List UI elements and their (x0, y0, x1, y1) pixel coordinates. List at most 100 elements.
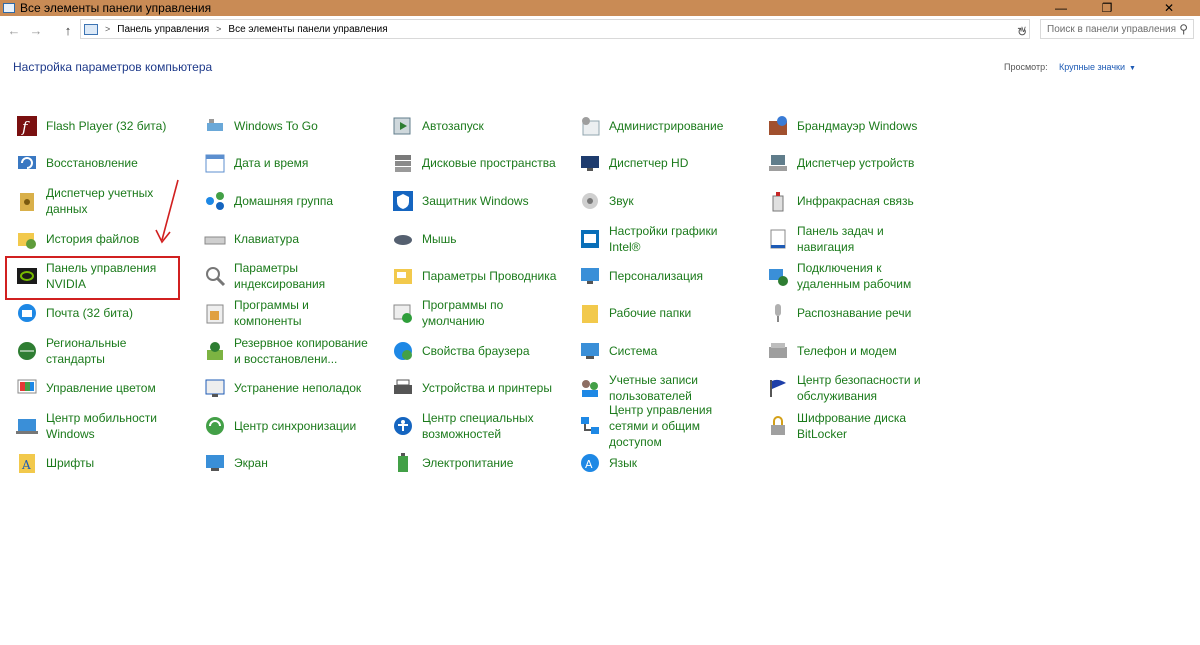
remote-desktop-icon (767, 265, 789, 287)
control-panel-item-label: Управление цветом (46, 381, 156, 395)
speaker-icon (579, 190, 601, 212)
mail-icon (16, 302, 38, 324)
maximize-button[interactable]: ❐ (1084, 0, 1130, 16)
control-panel-item-label: Почта (32 бита) (46, 306, 133, 320)
control-panel-item[interactable]: Устранение неполадок (188, 371, 376, 405)
control-panel-item[interactable]: Клавиатура (188, 222, 376, 256)
chevron-down-icon: ▼ (1129, 65, 1136, 72)
control-panel-item[interactable]: A Язык (563, 446, 751, 480)
control-panel-item[interactable]: Система (563, 334, 751, 368)
control-panel-item[interactable]: Экран (188, 446, 376, 480)
control-panel-item-label: Дата и время (234, 156, 309, 170)
control-panel-item-label: Рабочие папки (609, 306, 692, 320)
color-management-icon (16, 377, 38, 399)
control-panel-item[interactable]: Мышь (376, 222, 564, 256)
control-panel-item-label: Диспетчер HD (609, 156, 689, 170)
control-panel-item-label: Центр управления сетями и общим доступом (609, 403, 713, 449)
control-panel-item-label: Программы по умолчанию (422, 298, 504, 328)
control-panel-item-label: Восстановление (46, 156, 138, 170)
control-panel-item[interactable]: Автозапуск (376, 109, 564, 143)
flash-player-icon: f (16, 115, 38, 137)
control-panel-item[interactable]: Управление цветом (0, 371, 188, 405)
control-panel-item[interactable]: Программы по умолчанию (376, 296, 564, 330)
system-icon (579, 340, 601, 362)
control-panel-item[interactable]: Персонализация (563, 259, 751, 293)
control-panel-item-label: Брандмауэр Windows (797, 119, 918, 133)
fonts-icon: A (16, 452, 38, 474)
network-center-icon (579, 415, 601, 437)
control-panel-item-label: Параметры Проводника (422, 269, 557, 283)
breadcrumb-control-panel[interactable]: Панель управления (117, 24, 209, 35)
work-folders-icon (579, 302, 601, 324)
control-panel-item[interactable]: Восстановление (0, 146, 188, 180)
up-arrow-icon[interactable]: ↑ (60, 22, 76, 38)
search-input[interactable]: Поиск в панели управления ⚲ (1040, 19, 1194, 39)
control-panel-item[interactable]: Панель задач и навигация (751, 222, 939, 256)
bitlocker-icon (767, 415, 789, 437)
indexing-icon (204, 265, 226, 287)
control-panel-item[interactable]: Брандмауэр Windows (751, 109, 939, 143)
calendar-clock-icon (204, 152, 226, 174)
page-title: Настройка параметров компьютера (13, 60, 213, 74)
control-panel-item[interactable]: Диспетчер HD (563, 146, 751, 180)
control-panel-item[interactable]: Программы и компоненты (188, 296, 376, 330)
control-panel-item[interactable]: f Flash Player (32 бита) (0, 109, 188, 143)
control-panel-item[interactable]: Электропитание (376, 446, 564, 480)
control-panel-item-label: Диспетчер устройств (797, 156, 915, 170)
usb-drive-icon (204, 115, 226, 137)
control-panel-item-label: Резервное копирование и восстановлени... (234, 336, 368, 366)
control-panel-item[interactable]: Устройства и принтеры (376, 371, 564, 405)
control-panel-item[interactable]: Региональные стандарты (0, 334, 188, 368)
control-panel-item-label: Домашняя группа (234, 194, 334, 208)
control-panel-item[interactable]: Центр синхронизации (188, 409, 376, 443)
control-panel-item[interactable]: Центр управления сетями и общим доступом (563, 403, 751, 449)
control-panel-item[interactable]: Центр специальных возможностей (376, 409, 564, 443)
control-panel-item[interactable]: Инфракрасная связь (751, 184, 939, 218)
control-panel-item[interactable]: Защитник Windows (376, 184, 564, 218)
minimize-button[interactable]: — (1038, 0, 1084, 16)
control-panel-item[interactable]: Параметры Проводника (376, 259, 564, 293)
control-panel-item[interactable]: Центр мобильности Windows (0, 409, 188, 443)
forward-arrow-icon[interactable]: → (28, 22, 44, 38)
breadcrumb-all-items[interactable]: Все элементы панели управления (228, 24, 387, 35)
control-panel-item[interactable]: Рабочие папки (563, 296, 751, 330)
control-panel-item[interactable]: Подключения к удаленным рабочим (751, 259, 939, 293)
phone-modem-icon (767, 340, 789, 362)
control-panel-item-label: Дисковые пространства (422, 156, 556, 170)
control-panel-item[interactable]: Windows To Go (188, 109, 376, 143)
control-panel-item[interactable]: Шифрование диска BitLocker (751, 409, 939, 443)
address-field[interactable]: > Панель управления > Все элементы панел… (80, 19, 1030, 39)
control-panel-item[interactable]: Резервное копирование и восстановлени... (188, 334, 376, 368)
control-panel-item[interactable]: A Шрифты (0, 446, 188, 480)
control-panel-item[interactable]: Настройки графики Intel® (563, 222, 751, 256)
refresh-icon[interactable]: ↻ (1017, 25, 1029, 39)
control-panel-item[interactable]: Звук (563, 184, 751, 218)
control-panel-item[interactable]: Диспетчер устройств (751, 146, 939, 180)
control-panel-item-label: Электропитание (422, 456, 514, 470)
backup-icon (204, 340, 226, 362)
view-mode-dropdown[interactable]: Крупные значки ▼ (1059, 62, 1136, 72)
infrared-icon (767, 190, 789, 212)
control-panel-item[interactable]: Учетные записи пользователей (563, 371, 751, 405)
control-panel-item-label: Flash Player (32 бита) (46, 119, 167, 133)
control-panel-item[interactable]: Распознавание речи (751, 296, 939, 330)
breadcrumb-separator: > (216, 24, 222, 34)
control-panel-item[interactable]: Дисковые пространства (376, 146, 564, 180)
control-panel-item-label: Система (609, 344, 658, 358)
taskbar-icon (767, 228, 789, 250)
file-history-icon (16, 228, 38, 250)
control-panel-item[interactable]: Телефон и модем (751, 334, 939, 368)
control-panel-item[interactable]: Центр безопасности и обслуживания (751, 371, 939, 405)
control-panel-item[interactable]: Почта (32 бита) (0, 296, 188, 330)
control-panel-item[interactable]: Дата и время (188, 146, 376, 180)
control-panel-item[interactable]: Администрирование (563, 109, 751, 143)
control-panel-item-label: Устранение неполадок (234, 381, 362, 395)
back-arrow-icon[interactable]: ← (6, 22, 22, 38)
control-panel-item-label: Свойства браузера (422, 344, 530, 358)
close-button[interactable]: ✕ (1146, 0, 1192, 16)
control-panel-item[interactable]: Параметры индексирования (188, 259, 376, 293)
control-panel-item[interactable]: Домашняя группа (188, 184, 376, 218)
control-panel-item[interactable]: Свойства браузера (376, 334, 564, 368)
internet-options-icon (392, 340, 414, 362)
control-panel-item-label: Шифрование диска BitLocker (797, 411, 907, 441)
